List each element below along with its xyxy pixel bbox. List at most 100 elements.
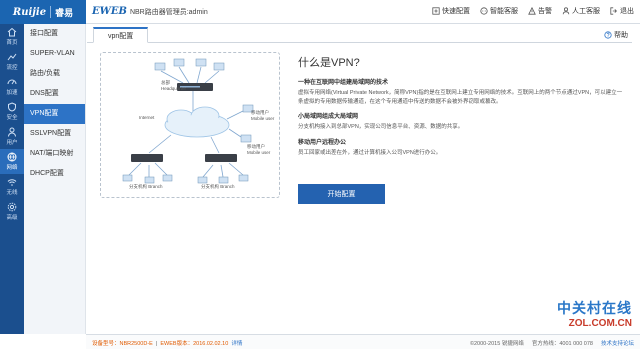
wifi-icon bbox=[7, 179, 17, 186]
flow-icon bbox=[7, 53, 17, 61]
menu-item-nat[interactable]: NAT/端口映射 bbox=[24, 144, 85, 164]
eweb-logo: EWEB bbox=[92, 6, 127, 17]
rail-item-advanced[interactable]: 高级 bbox=[0, 199, 24, 224]
rail-item-label: 高级 bbox=[6, 215, 18, 221]
mobile-user-2-cn: 移动用户 bbox=[247, 144, 265, 149]
rail-item-wireless[interactable]: 无线 bbox=[0, 174, 24, 199]
settings-icon bbox=[7, 202, 17, 212]
watermark: 中关村在线 ZOL.COM.CN bbox=[557, 298, 632, 329]
branch-2-label: 分支机构 Branch bbox=[201, 184, 235, 189]
version-label: EWEB版本： bbox=[160, 341, 194, 347]
speed-icon bbox=[7, 79, 17, 85]
header-tools: 快速配置 智能客服 告警 人工客服 退出 bbox=[432, 6, 634, 16]
watermark-text: 中关村在线 ZOL.COM.CN bbox=[557, 298, 632, 329]
section-text-3: 员工回家或出差在外，通过计算机接入公司VPN进行办公。 bbox=[298, 149, 442, 156]
menu-item-dhcp[interactable]: DHCP配置 bbox=[24, 164, 85, 184]
rail-item-flow[interactable]: 流控 bbox=[0, 49, 24, 74]
page-title: 什么是VPN? bbox=[298, 57, 360, 69]
header-title-group: EWEB NBR路由器管理员:admin bbox=[92, 6, 208, 17]
person-icon bbox=[562, 7, 570, 15]
internet-label: Internet bbox=[139, 115, 155, 120]
vpn-topology-diagram: 总部 Headquarter Internet 移动用户 Mobile user 移… bbox=[100, 52, 280, 198]
alert-button[interactable]: 告警 bbox=[528, 6, 552, 16]
hq-pc-group bbox=[154, 58, 225, 71]
topology-svg bbox=[122, 58, 254, 184]
mobile-user-1-en: Mobile user bbox=[251, 116, 275, 121]
help-icon bbox=[604, 31, 612, 39]
mobile-user-2 bbox=[240, 134, 252, 143]
internet-cloud bbox=[164, 106, 230, 138]
start-config-button[interactable]: 开始配置 bbox=[298, 184, 385, 204]
rail-item-home[interactable]: 首页 bbox=[0, 24, 24, 49]
globe-icon bbox=[7, 152, 17, 162]
copyright: ©2000-2015 锐捷网络 bbox=[469, 341, 524, 347]
menu-item-vpn[interactable]: VPN配置 bbox=[24, 104, 85, 124]
watermark-en: ZOL.COM.CN bbox=[568, 318, 632, 329]
branch-router-1 bbox=[131, 154, 163, 162]
details-link[interactable]: 详情 bbox=[231, 341, 242, 347]
menu-item-routing[interactable]: 路由/负载 bbox=[24, 64, 85, 84]
alert-icon bbox=[528, 7, 536, 15]
section-heading-1: 一种在互联网中组建局域网的技术 bbox=[298, 80, 389, 86]
user-icon bbox=[8, 127, 16, 137]
rail-item-label: 无线 bbox=[6, 190, 18, 196]
hq-label-en: Headquarter bbox=[161, 86, 187, 91]
home-icon bbox=[7, 27, 17, 37]
mobile-user-2-label: 移动用户 Mobile user bbox=[247, 144, 270, 155]
menu-item-sslvpn[interactable]: SSLVPN配置 bbox=[24, 124, 85, 144]
human-service-label: 人工客服 bbox=[572, 8, 600, 15]
rail-item-label: 安全 bbox=[6, 115, 18, 121]
hotline: 官方热线：4001 000 078 bbox=[531, 341, 593, 347]
hq-label-cn: 总部 bbox=[161, 80, 170, 85]
logout-icon bbox=[610, 7, 617, 15]
brand-name: Ruijie bbox=[12, 6, 47, 18]
footer: 设备型号：NBR2500D-E | EWEB版本：2016.02.02.10 详… bbox=[86, 334, 640, 349]
brand-divider bbox=[50, 6, 52, 18]
rail-item-label: 网络 bbox=[6, 165, 18, 171]
branch-router-2 bbox=[205, 154, 237, 162]
nav-rail: 首页 流控 加速 安全 用户 网络 无线 高级 bbox=[0, 24, 24, 334]
help-label: 帮助 bbox=[614, 32, 628, 39]
smart-service-label: 智能客服 bbox=[490, 8, 518, 15]
branch-1-label: 分支机构 Branch bbox=[129, 184, 163, 189]
section-text-1: 虚拟专用网络(Virtual Private Network，简称VPN)指的是… bbox=[298, 90, 623, 105]
rail-item-label: 加速 bbox=[6, 90, 18, 96]
menu-item-interface[interactable]: 接口配置 bbox=[24, 24, 85, 44]
quick-config-button[interactable]: 快速配置 bbox=[432, 6, 470, 16]
mobile-user-1-label: 移动用户 Mobile user bbox=[251, 110, 274, 121]
rail-item-network[interactable]: 网络 bbox=[0, 149, 24, 174]
header-title: NBR路由器管理员:admin bbox=[129, 8, 208, 16]
menu-item-dns[interactable]: DNS配置 bbox=[24, 84, 85, 104]
rail-item-label: 流控 bbox=[6, 65, 18, 71]
menu-item-super-vlan[interactable]: SUPER-VLAN bbox=[24, 44, 85, 64]
mobile-user-1-cn: 移动用户 bbox=[251, 110, 269, 115]
brand-sub: 睿易 bbox=[55, 7, 74, 18]
smart-service-button[interactable]: 智能客服 bbox=[480, 6, 518, 16]
alert-label: 告警 bbox=[538, 8, 552, 15]
section-heading-2: 小局域网组成大局域网 bbox=[298, 114, 359, 120]
rail-item-speed[interactable]: 加速 bbox=[0, 74, 24, 99]
footer-device-info: 设备型号：NBR2500D-E | EWEB版本：2016.02.02.10 详… bbox=[92, 341, 243, 347]
tech-support-link[interactable]: 技术支持论坛 bbox=[601, 339, 634, 347]
sub-menu: 接口配置 SUPER-VLAN 路由/负载 DNS配置 VPN配置 SSLVPN… bbox=[24, 24, 86, 334]
quick-config-label: 快速配置 bbox=[442, 8, 470, 15]
model-value: NBR2500D-E bbox=[119, 341, 153, 347]
section-heading-3: 移动用户远程办公 bbox=[298, 139, 347, 146]
mobile-user-2-en: Mobile user bbox=[247, 150, 271, 155]
logout-button[interactable]: 退出 bbox=[610, 6, 634, 16]
model-label: 设备型号： bbox=[92, 341, 120, 347]
tab-vpn-config[interactable]: vpn配置 bbox=[93, 27, 149, 43]
help-link[interactable]: 帮助 bbox=[604, 30, 628, 40]
tab-bar: vpn配置 帮助 bbox=[87, 27, 632, 43]
rail-item-security[interactable]: 安全 bbox=[0, 99, 24, 124]
footer-links: ©2000-2015 锐捷网络 官方热线：4001 000 078 技术支持论坛 bbox=[470, 339, 634, 347]
human-service-button[interactable]: 人工客服 bbox=[562, 6, 600, 16]
watermark-cn: 中关村在线 bbox=[557, 300, 632, 316]
rail-item-user[interactable]: 用户 bbox=[0, 124, 24, 149]
brand-logo: Ruijie 睿易 bbox=[0, 0, 86, 24]
hq-label: 总部 Headquarter bbox=[161, 80, 186, 91]
top-bar: Ruijie 睿易 EWEB NBR路由器管理员:admin 快速配置 智能客服… bbox=[0, 0, 640, 24]
shield-icon bbox=[8, 102, 16, 112]
rail-item-label: 首页 bbox=[6, 40, 18, 46]
vpn-description: 什么是VPN? 一种在互联网中组建局域网的技术 虚拟专用网络(Virtual P… bbox=[298, 54, 626, 162]
